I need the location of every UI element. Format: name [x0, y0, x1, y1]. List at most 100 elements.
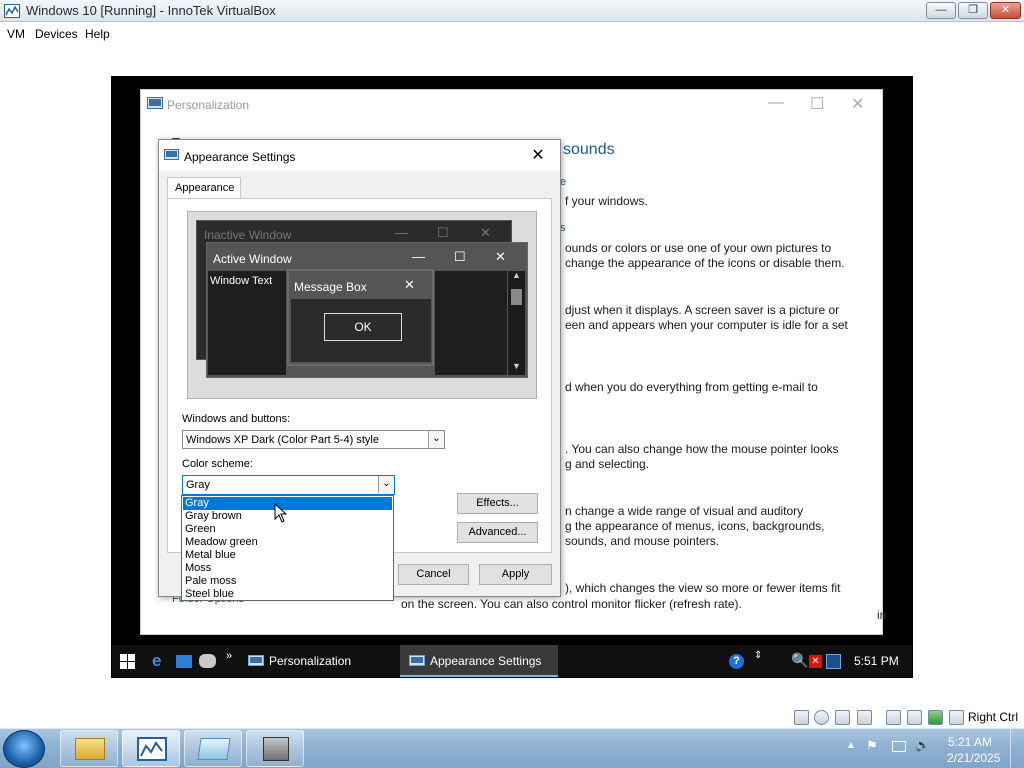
- mail-icon[interactable]: [176, 655, 192, 668]
- color-scheme-option[interactable]: Gray: [183, 497, 392, 510]
- taskbar-item-personalization[interactable]: Personalization: [239, 645, 385, 677]
- perso-close-button[interactable]: ✕: [851, 94, 864, 114]
- tool-app-icon: [263, 737, 289, 761]
- network-icon[interactable]: [907, 710, 922, 725]
- apply-button[interactable]: Apply: [479, 564, 552, 585]
- personalization-title: Personalization: [167, 98, 250, 112]
- search-icon[interactable]: 🔍: [791, 652, 808, 669]
- folder-icon: [75, 738, 105, 760]
- floppy-icon[interactable]: [835, 710, 850, 725]
- color-scheme-option[interactable]: Gray brown: [183, 510, 392, 523]
- host-taskbar: ▲ ⚑ 🔈 5:21 AM 2/21/2025: [0, 728, 1024, 768]
- color-scheme-option[interactable]: Pale moss: [183, 575, 392, 588]
- help-icon[interactable]: ?: [729, 654, 744, 669]
- vbox-menubar: VM Devices Help: [0, 23, 1024, 45]
- vbox-window-title: Windows 10 [Running] - InnoTek VirtualBo…: [26, 3, 276, 18]
- restore-button[interactable]: ❐: [958, 2, 988, 19]
- shared-folder-icon[interactable]: [857, 710, 872, 725]
- guest-taskbar: e » Personalization Appearance Settings …: [112, 645, 912, 677]
- close-button[interactable]: ✕: [990, 2, 1021, 19]
- taskbar-item-appearance-settings[interactable]: Appearance Settings: [400, 645, 558, 677]
- start-orb-icon[interactable]: [3, 730, 45, 768]
- preview-active-title: Active Window: [213, 252, 292, 266]
- edge-browser-icon[interactable]: e: [152, 651, 161, 671]
- color-scheme-option[interactable]: Meadow green: [183, 536, 392, 549]
- color-scheme-combo[interactable]: Gray ⌄: [182, 475, 395, 495]
- virtualbox-taskbar-button[interactable]: [122, 730, 180, 767]
- volume-icon[interactable]: 🔈: [915, 738, 930, 752]
- windows-start-icon[interactable]: [120, 654, 135, 669]
- perso-text-line: sounds, and mouse pointers.: [565, 534, 720, 548]
- menu-vm[interactable]: VM: [7, 27, 25, 41]
- virtualbox-app-icon: [137, 737, 167, 761]
- windows-buttons-label: Windows and buttons:: [182, 413, 291, 425]
- network-tray-icon[interactable]: [892, 741, 906, 752]
- minimize-button[interactable]: —: [926, 2, 956, 19]
- appearance-icon: [409, 655, 425, 666]
- host-clock-date[interactable]: 2/21/2025: [947, 751, 1000, 765]
- windows-buttons-combo[interactable]: Windows XP Dark (Color Part 5-4) style ⌄: [182, 430, 445, 449]
- network-app-icon[interactable]: [199, 654, 216, 668]
- preview-ok-button: OK: [324, 313, 402, 341]
- scroll-down-icon: ▼: [512, 361, 521, 371]
- chevron-down-icon[interactable]: ⌄: [378, 476, 394, 493]
- show-desktop-button[interactable]: [1010, 729, 1024, 768]
- chevron-down-icon[interactable]: ⌄: [428, 431, 444, 448]
- monitor-tray-icon[interactable]: [826, 654, 841, 669]
- inactive-maximize-icon: ☐: [437, 225, 449, 240]
- perso-text-line: g the appearance of menus, icons, backgr…: [565, 519, 825, 533]
- hard-disk-icon[interactable]: [794, 710, 809, 725]
- explorer-taskbar-button[interactable]: [60, 730, 118, 767]
- perso-heading: sounds: [563, 141, 615, 158]
- taskbar-item-label: Personalization: [269, 654, 352, 668]
- preview-scrollbar: ▲ ▼: [508, 270, 525, 375]
- overflow-chevron-icon[interactable]: »: [226, 650, 232, 662]
- advanced-button[interactable]: Advanced...: [457, 522, 538, 543]
- preview-msgbox-body: OK: [291, 299, 431, 362]
- preview-message-box: Message Box ✕ OK: [287, 269, 434, 366]
- color-scheme-dropdown[interactable]: Gray Gray brown Green Meadow green Metal…: [181, 495, 394, 601]
- perso-minimize-button[interactable]: —: [768, 94, 784, 112]
- personalization-icon: [147, 97, 163, 109]
- host-clock-time[interactable]: 5:21 AM: [948, 735, 992, 749]
- perso-text-line: . You can also change how the mouse poin…: [565, 442, 839, 456]
- tool-taskbar-button[interactable]: [246, 730, 304, 767]
- perso-maximize-button[interactable]: ☐: [810, 94, 824, 114]
- guest-clock[interactable]: 5:51 PM: [854, 654, 899, 668]
- tray-arrow-icon[interactable]: ⇕: [754, 650, 762, 661]
- show-hidden-icons-icon[interactable]: ▲: [846, 740, 856, 751]
- perso-text-line: change the appearance of the icons or di…: [565, 256, 845, 270]
- notepad-icon: [197, 738, 231, 760]
- color-scheme-option[interactable]: Green: [183, 523, 392, 536]
- perso-text-line: djust when it displays. A screen saver i…: [565, 303, 840, 317]
- mouse-integration-icon[interactable]: [949, 710, 964, 725]
- perso-text-line: on the screen. You can also control moni…: [401, 597, 742, 611]
- tab-appearance[interactable]: Appearance: [167, 177, 241, 199]
- effects-button[interactable]: Effects...: [457, 493, 538, 514]
- error-icon[interactable]: ✕: [809, 655, 822, 668]
- display-icon[interactable]: [886, 710, 901, 725]
- taskbar-item-label: Appearance Settings: [430, 654, 542, 668]
- perso-text-line: ounds or colors or use one of your own p…: [565, 241, 832, 255]
- usb-icon[interactable]: [928, 710, 943, 725]
- preview-inactive-title: Inactive Window: [204, 228, 292, 242]
- color-scheme-option[interactable]: Steel blue: [183, 588, 392, 601]
- perso-text-line: f your windows.: [565, 194, 648, 208]
- color-scheme-option[interactable]: Moss: [183, 562, 392, 575]
- msgbox-close-icon: ✕: [404, 277, 415, 292]
- app-taskbar-button[interactable]: [184, 730, 242, 767]
- mouse-pointer-icon: [274, 503, 287, 523]
- vbox-titlebar: Windows 10 [Running] - InnoTek VirtualBo…: [0, 0, 1024, 22]
- color-scheme-label: Color scheme:: [182, 458, 253, 470]
- color-scheme-option[interactable]: Metal blue: [183, 549, 392, 562]
- virtualbox-app-icon: [4, 4, 20, 18]
- menu-help[interactable]: Help: [85, 27, 110, 41]
- perso-text-line: g and selecting.: [565, 457, 650, 471]
- optical-drive-icon[interactable]: [814, 710, 829, 725]
- action-center-flag-icon[interactable]: ⚑: [866, 738, 878, 754]
- perso-text-line: d when you do everything from getting e-…: [565, 380, 818, 394]
- dialog-close-button[interactable]: ✕: [527, 146, 549, 166]
- windows-buttons-value: Windows XP Dark (Color Part 5-4) style: [186, 434, 379, 446]
- cancel-button[interactable]: Cancel: [398, 564, 469, 585]
- menu-devices[interactable]: Devices: [35, 27, 78, 41]
